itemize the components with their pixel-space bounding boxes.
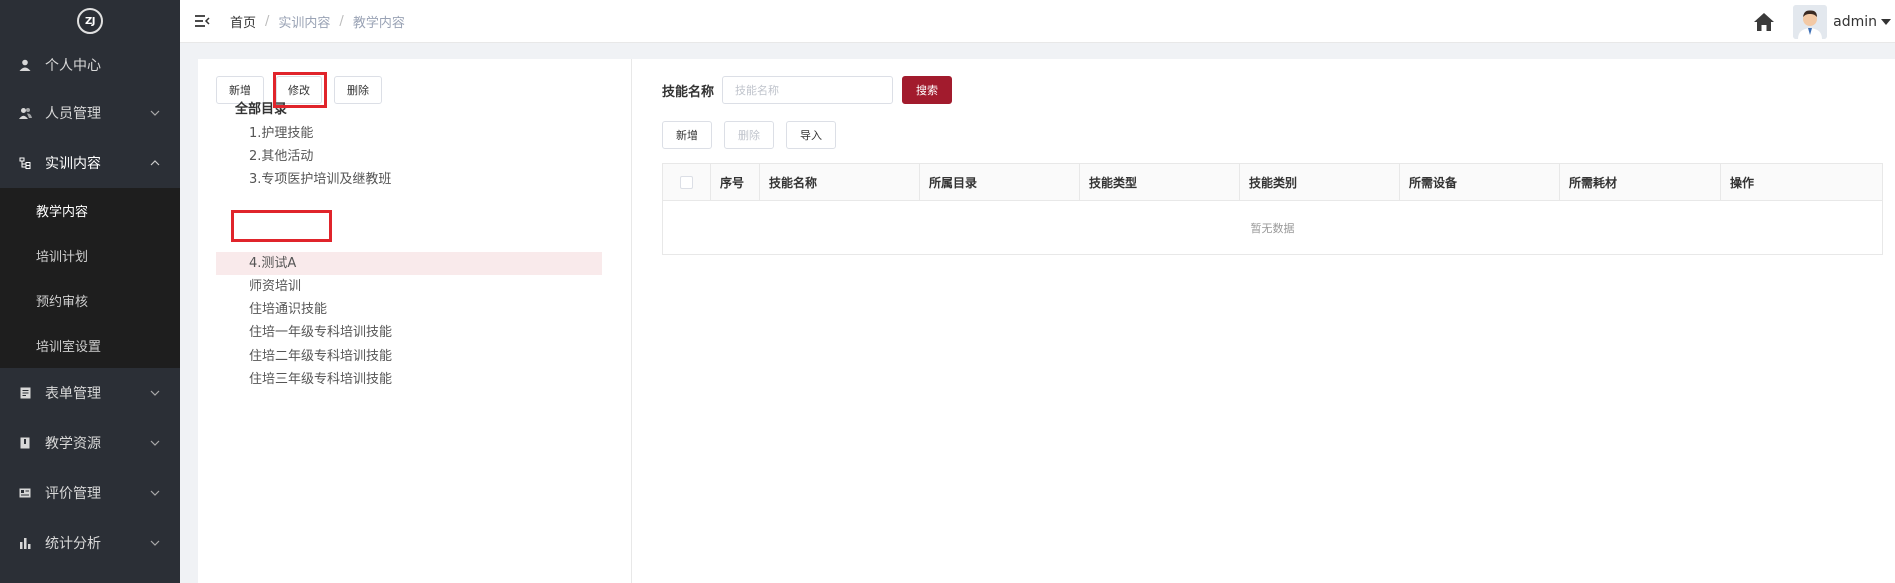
tree-node[interactable]: 住培三年级专科培训技能 (249, 368, 392, 391)
skill-name-search-input[interactable] (722, 76, 893, 104)
card-icon (18, 486, 32, 500)
tree-node[interactable]: 3.专项医护培训及继教班 (249, 168, 391, 191)
table-delete-button[interactable]: 删除 (724, 121, 774, 149)
submenu-item-training-plan[interactable]: 培训计划 (0, 233, 180, 278)
tree-node[interactable]: 住培通识技能 (249, 298, 327, 321)
menu-item-evaluation[interactable]: 评价管理 (0, 468, 180, 518)
breadcrumb: 首页 / 实训内容 / 教学内容 (230, 12, 405, 31)
menu-item-personal-center[interactable]: 个人中心 (0, 42, 180, 88)
select-all-cell (663, 164, 711, 200)
username[interactable]: admin (1833, 14, 1877, 30)
caret-down-icon[interactable] (1881, 18, 1891, 25)
menu-item-personnel[interactable]: 人员管理 (0, 88, 180, 138)
breadcrumb-home[interactable]: 首页 (230, 12, 256, 31)
chevron-down-icon (150, 490, 160, 496)
search-label: 技能名称 (662, 85, 715, 100)
column-header: 操作 (1730, 175, 1755, 190)
form-icon (18, 386, 32, 400)
avatar[interactable] (1793, 4, 1828, 39)
column-header: 技能类型 (1080, 164, 1240, 200)
chevron-down-icon (150, 540, 160, 546)
chevron-down-icon (150, 110, 160, 116)
select-all-checkbox[interactable] (680, 175, 693, 189)
book-icon (18, 436, 32, 450)
logo-mark: ZJ (77, 8, 103, 34)
menu-label: 表单管理 (45, 386, 101, 402)
menu-item-training-content[interactable]: 实训内容 (0, 138, 180, 188)
chevron-down-icon (150, 440, 160, 446)
content-card: 新增 修改 删除 全部目录 1.护理技能 2.其他活动 3.专项医护培训及继教班… (198, 59, 1895, 583)
import-button[interactable]: 导入 (786, 121, 836, 149)
column-header: 技能名称 (760, 164, 920, 200)
header-user-area: admin (1753, 0, 1895, 43)
menu-item-statistics[interactable]: 统计分析 (0, 518, 180, 568)
skills-table: 序号 技能名称 所属目录 技能类型 技能类别 所需设备 所需耗材 操作 暂无数据 (662, 163, 1883, 255)
catalog-tree-panel: 新增 修改 删除 全部目录 1.护理技能 2.其他活动 3.专项医护培训及继教班… (198, 59, 632, 583)
menu-label: 统计分析 (45, 536, 101, 552)
skills-table-panel: 技能名称 搜索 新增 删除 导入 序号 技能名称 所属目录 技能类型 技能类别 … (662, 59, 1895, 583)
column-header: 序号 (711, 164, 760, 200)
tree-node[interactable]: 2.其他活动 (249, 145, 313, 168)
annotation-box-node (231, 210, 332, 242)
submenu-item-teaching-content[interactable]: 教学内容 (0, 188, 180, 233)
tree-delete-button[interactable]: 删除 (334, 76, 382, 104)
submenu-item-reservation-review[interactable]: 预约审核 (0, 278, 180, 323)
home-icon[interactable] (1753, 11, 1775, 33)
menu-item-form-management[interactable]: 表单管理 (0, 368, 180, 418)
logo: ZJ (0, 0, 180, 42)
chevron-up-icon (150, 160, 160, 166)
tree-node[interactable]: 住培二年级专科培训技能 (249, 345, 392, 368)
breadcrumb-teaching-content: 教学内容 (352, 15, 405, 31)
breadcrumb-separator: / (339, 13, 344, 29)
top-header: 首页 / 实训内容 / 教学内容 admin (180, 0, 1895, 43)
column-header: 所需耗材 (1560, 164, 1721, 200)
column-header: 技能类别 (1240, 164, 1400, 200)
sidebar: ZJ 个人中心 人员管理 实训内容 教学内容 培训计划 预约审核 培训室设置 表… (0, 0, 180, 583)
chevron-down-icon (150, 390, 160, 396)
search-button[interactable]: 搜索 (902, 76, 952, 104)
tree-node[interactable]: 1.护理技能 (249, 122, 313, 145)
tree-icon (18, 156, 32, 170)
menu-toggle-icon[interactable] (194, 14, 210, 28)
submenu-item-room-settings[interactable]: 培训室设置 (0, 323, 180, 368)
breadcrumb-separator: / (265, 13, 270, 29)
empty-state: 暂无数据 (1250, 221, 1295, 235)
tree-node[interactable]: 住培一年级专科培训技能 (249, 321, 392, 344)
column-header: 所属目录 (920, 164, 1080, 200)
menu-label: 教学资源 (45, 436, 101, 452)
table-header-row: 序号 技能名称 所属目录 技能类型 技能类别 所需设备 所需耗材 操作 (663, 164, 1882, 201)
menu-label: 个人中心 (45, 58, 101, 74)
tree-node[interactable]: 师资培训 (249, 275, 301, 298)
menu-label: 人员管理 (45, 106, 101, 122)
bar-chart-icon (18, 536, 32, 550)
breadcrumb-training-content: 实训内容 (278, 15, 331, 31)
submenu-training-content: 教学内容 培训计划 预约审核 培训室设置 (0, 188, 180, 368)
menu-label: 评价管理 (45, 486, 101, 502)
tree-node-selected[interactable]: 4.测试A (249, 252, 296, 275)
menu-item-teaching-resources[interactable]: 教学资源 (0, 418, 180, 468)
table-add-button[interactable]: 新增 (662, 121, 712, 149)
tree-root[interactable]: 全部目录 (235, 100, 287, 120)
users-icon (18, 106, 32, 120)
menu-label: 实训内容 (45, 156, 101, 172)
column-header: 所需设备 (1400, 164, 1560, 200)
user-icon (18, 58, 32, 72)
